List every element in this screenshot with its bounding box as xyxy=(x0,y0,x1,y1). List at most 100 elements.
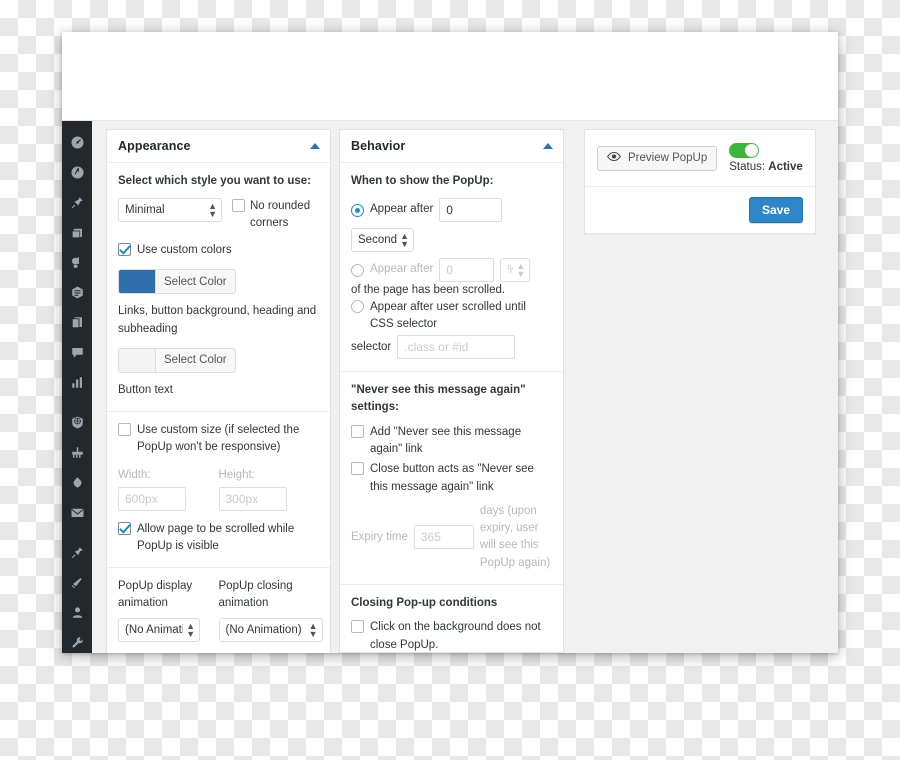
closing-conditions-section: Closing Pop-up conditions Click on the b… xyxy=(340,585,563,653)
paintbrush-icon xyxy=(70,445,85,460)
sidebar-item-tools-pin[interactable] xyxy=(62,537,92,567)
scroll-suffix-text: of the page has been scrolled. xyxy=(351,283,506,296)
style-select-wrapper[interactable]: Minimal ▲ ▼ xyxy=(118,197,222,222)
height-input[interactable] xyxy=(218,486,287,511)
appearance-size-section: Use custom size (if selected the PopUp w… xyxy=(107,412,330,569)
preview-popup-button[interactable]: Preview PopUp xyxy=(597,145,718,171)
status-badge: Status: Active xyxy=(729,161,803,173)
sidebar-item-appearance[interactable] xyxy=(62,437,92,467)
collapse-arrow-icon[interactable] xyxy=(310,143,320,149)
add-never-link-checkbox[interactable] xyxy=(351,424,364,438)
primary-color-description: Links, button background, heading and su… xyxy=(118,305,317,335)
behavior-panel: Behavior When to show the PopUp: Appear … xyxy=(339,129,564,653)
gauge-icon xyxy=(70,135,85,150)
no-rounded-corners-checkbox[interactable] xyxy=(232,198,245,212)
link-badge-icon xyxy=(70,255,85,270)
status-toggle-knob xyxy=(745,144,759,157)
appearance-panel-header[interactable]: Appearance xyxy=(107,130,330,163)
never-see-title: "Never see this message again" settings: xyxy=(351,384,526,414)
status-control: Status: Active xyxy=(729,143,803,173)
height-field-group: Height: xyxy=(218,467,320,511)
sidebar-item-plugins[interactable] xyxy=(62,467,92,497)
scroll-unit-select-wrapper[interactable]: % ▲ ▼ xyxy=(500,257,531,282)
appearance-animation-section: PopUp display animation (No Animation) ▲… xyxy=(107,568,330,653)
appear-after-css-label: Appear after user scrolled until CSS sel… xyxy=(370,300,526,331)
collapse-arrow-icon[interactable] xyxy=(543,143,553,149)
eye-icon xyxy=(607,151,621,165)
behavior-panel-header[interactable]: Behavior xyxy=(340,130,563,163)
primary-color-swatch[interactable] xyxy=(119,270,155,294)
sidebar-item-posts[interactable] xyxy=(62,187,92,217)
sidebar-item-comments[interactable] xyxy=(62,337,92,367)
add-never-link-label: Add "Never see this message again" link xyxy=(370,425,522,456)
width-input[interactable] xyxy=(118,486,186,511)
time-unit-select-wrapper[interactable]: Seconds ▲ ▼ xyxy=(351,227,414,252)
comment-icon xyxy=(70,345,85,360)
style-section-label: Select which style you want to use: xyxy=(118,175,311,187)
preview-popup-label: Preview PopUp xyxy=(628,152,708,164)
browser-window: Appearance Select which style you want t… xyxy=(62,32,838,653)
sidebar-item-mail[interactable] xyxy=(62,497,92,527)
pin-icon xyxy=(70,195,85,210)
closing-animation-select[interactable]: (No Animation) xyxy=(218,617,323,642)
hexagon-list-icon xyxy=(70,285,85,300)
width-field-group: Width: xyxy=(118,467,219,511)
appear-after-css-radio[interactable] xyxy=(351,299,364,313)
closing-conditions-title: Closing Pop-up conditions xyxy=(351,596,498,609)
secondary-color-swatch[interactable] xyxy=(119,348,155,372)
display-animation-select[interactable]: (No Animation) xyxy=(118,617,200,642)
sidebar-item-tools[interactable] xyxy=(62,627,92,653)
sidebar-item-links[interactable] xyxy=(62,247,92,277)
close-acts-as-checkbox[interactable] xyxy=(351,462,364,476)
scroll-unit-select[interactable]: % xyxy=(500,257,531,282)
closing-animation-select-wrapper[interactable]: (No Animation) ▲ ▼ xyxy=(218,617,323,642)
sidebar-item-updates[interactable] xyxy=(62,157,92,187)
sidebar-item-media[interactable] xyxy=(62,217,92,247)
megaphone-icon xyxy=(70,575,85,590)
admin-sidebar-menu[interactable] xyxy=(62,121,92,653)
use-custom-colors-label: Use custom colors xyxy=(137,244,232,257)
status-value: Active xyxy=(768,161,803,173)
click-background-label: Click on the background does not close P… xyxy=(370,621,541,651)
use-custom-colors-checkbox[interactable] xyxy=(118,243,131,257)
status-toggle[interactable] xyxy=(729,143,760,158)
use-custom-size-checkbox[interactable] xyxy=(118,423,131,437)
sidebar-item-pages[interactable] xyxy=(62,277,92,307)
save-button[interactable]: Save xyxy=(748,197,803,223)
envelope-icon xyxy=(70,505,85,520)
appear-after-time-label: Appear after xyxy=(370,203,434,216)
appear-after-scroll-radio[interactable] xyxy=(351,263,364,277)
status-prefix: Status: xyxy=(729,161,766,173)
appear-after-scroll-label: Appear after xyxy=(370,263,434,276)
sidebar-item-users[interactable] xyxy=(62,597,92,627)
expiry-time-input[interactable] xyxy=(413,525,474,550)
style-select[interactable]: Minimal xyxy=(118,197,222,222)
allow-scroll-checkbox[interactable] xyxy=(118,521,131,535)
appear-after-scroll-input[interactable] xyxy=(439,257,495,282)
appear-after-time-radio[interactable] xyxy=(351,203,364,217)
display-animation-select-wrapper[interactable]: (No Animation) ▲ ▼ xyxy=(118,617,200,642)
sidebar-item-dashboard[interactable] xyxy=(62,127,92,157)
primary-color-picker[interactable]: Select Color xyxy=(118,269,236,295)
appear-after-time-input[interactable] xyxy=(439,197,503,222)
when-to-show-label: When to show the PopUp: xyxy=(351,175,494,187)
submit-side-column: Preview PopUp Status: Active Save xyxy=(584,129,816,234)
display-animation-group: PopUp display animation (No Animation) ▲… xyxy=(118,578,219,642)
closing-animation-group: PopUp closing animation (No Animation) ▲… xyxy=(218,578,323,642)
closing-animation-label: PopUp closing animation xyxy=(218,580,293,610)
click-background-checkbox[interactable] xyxy=(351,620,364,634)
time-unit-select[interactable]: Seconds xyxy=(351,227,414,252)
use-custom-size-label: Use custom size (if selected the PopUp w… xyxy=(137,424,300,454)
sidebar-item-shield[interactable] xyxy=(62,407,92,437)
admin-content-area: Appearance Select which style you want t… xyxy=(92,121,838,653)
sidebar-item-pages-copy[interactable] xyxy=(62,307,92,337)
sidebar-item-analytics[interactable] xyxy=(62,367,92,397)
secondary-color-picker[interactable]: Select Color xyxy=(118,347,236,373)
sidebar-item-megaphone[interactable] xyxy=(62,567,92,597)
shield-globe-icon xyxy=(70,415,85,430)
height-label: Height: xyxy=(218,468,255,481)
submit-major-actions: Preview PopUp Status: Active xyxy=(585,130,815,187)
css-selector-input[interactable] xyxy=(397,335,516,360)
no-rounded-corners-label: No rounded corners xyxy=(250,199,311,229)
close-acts-as-label: Close button acts as "Never see this mes… xyxy=(370,463,534,493)
